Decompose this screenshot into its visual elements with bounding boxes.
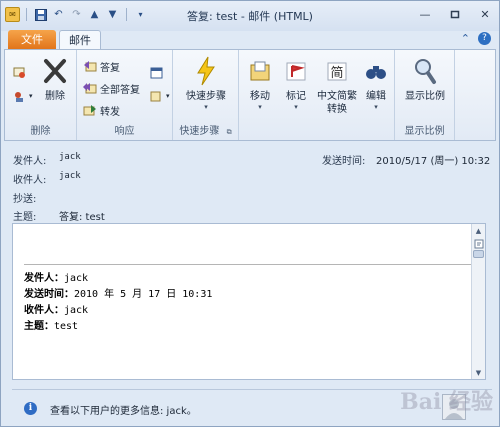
collapse-ribbon-icon[interactable]: ⌃ [461,32,470,45]
subject-label: 主题: [13,212,37,223]
vertical-scrollbar[interactable]: ▲ ▼ [471,224,485,379]
ignore-icon [12,65,26,79]
help-icon[interactable]: ? [478,32,491,45]
zoom-group: 显示比例 显示比例 [395,50,455,140]
tab-file[interactable]: 文件 [8,30,56,50]
quicksteps-group: 快速步骤 ▾ 快速步骤 ⧉ [173,50,239,140]
quoted-header: 发件人：jack 发送时间：2010 年 5 月 17 日 10:31 收件人：… [24,271,212,335]
ruler-icon[interactable] [472,237,485,250]
ribbon-tabs: 文件 邮件 ⌃ ? [1,28,499,51]
sent-value: 2010/5/17 (周一) 10:32 [376,156,491,167]
junk-button[interactable]: ▾ [12,88,33,104]
maximize-icon[interactable] [447,6,463,22]
junk-icon [12,89,26,103]
info-icon: i [24,402,37,415]
more-respond-button[interactable]: ▾ [149,88,170,104]
svg-text:简: 简 [330,65,343,81]
close-icon[interactable]: ✕ [477,6,493,22]
calendar-icon [149,65,163,79]
delete-group: ▾ 删除 删除 [5,50,77,140]
tags-button[interactable]: 标记 ▾ [279,56,313,111]
move-button[interactable]: 移动 ▾ [243,56,277,111]
ignore-button[interactable] [12,64,26,80]
from-label: 发件人: [13,156,47,167]
move-icon [245,56,275,86]
subject-value: 答复: test [59,212,105,223]
message-body[interactable]: 发件人：jack 发送时间：2010 年 5 月 17 日 10:31 收件人：… [12,223,486,380]
to-value[interactable]: jack [59,171,81,181]
reply-all-icon [83,81,97,95]
respond-group: 答复 全部答复 转发 ▾ 响应 [77,50,173,140]
quicksteps-group-label: 快速步骤 [179,126,220,137]
delete-icon [40,56,70,86]
from-value[interactable]: jack [59,152,81,162]
outlook-message-window: ✉ ↶ ↷ ▲ ▼ ▾ 答复: test - 邮件 (HTML) — ✕ 文件 … [0,0,500,427]
edit-button[interactable]: 编辑 ▾ [361,56,391,111]
reply-button[interactable]: 答复 [83,58,120,74]
message-header: 发件人: jack 发送时间: 2010/5/17 (周一) 10:32 收件人… [4,143,496,223]
cc-label: 抄送: [13,194,37,205]
lightning-icon [191,56,221,86]
window-controls: — ✕ [417,6,493,22]
people-pane-text[interactable]: 查看以下用户的更多信息: jack。 [50,402,197,417]
delete-group-label: 删除 [30,126,51,137]
watermark-logo: Bai 经验 [400,389,493,415]
forward-icon [83,103,97,117]
quoted-from: 发件人：jack [24,273,89,284]
actions-group: 移动 ▾ 标记 ▾ 简 中文简繁 转换 编辑 ▾ [239,50,395,140]
zoom-group-label: 显示比例 [404,126,445,137]
chinese-conversion-button[interactable]: 简 中文简繁 转换 [315,56,359,116]
quote-divider [24,264,472,265]
ribbon: ▾ 删除 删除 答复 全部答复 转发 ▾ 响应 快速步骤 ▾ 快速步骤 ⧉ 移动… [4,49,496,141]
quoted-subject: 主题：test [24,321,79,332]
zoom-button[interactable]: 显示比例 [401,56,449,103]
minimize-icon[interactable]: — [417,6,433,22]
flag-icon [281,56,311,86]
scroll-thumb[interactable] [473,250,484,258]
more-icon [149,89,163,103]
to-label: 收件人: [13,175,47,186]
reply-icon [83,59,97,73]
binoculars-icon [361,56,391,86]
forward-button[interactable]: 转发 [83,102,120,118]
title-bar: ✉ ↶ ↷ ▲ ▼ ▾ 答复: test - 邮件 (HTML) — ✕ [1,1,499,31]
sent-label: 发送时间: [322,156,366,167]
delete-button[interactable]: 删除 [39,56,71,103]
scroll-up-icon[interactable]: ▲ [472,224,485,237]
reply-all-button[interactable]: 全部答复 [83,80,140,96]
magnifier-icon [410,56,440,86]
chinese-conversion-icon: 简 [322,56,352,86]
tab-mail[interactable]: 邮件 [59,30,101,51]
quoted-sent: 发送时间：2010 年 5 月 17 日 10:31 [24,289,213,300]
dialog-launcher-icon[interactable]: ⧉ [227,128,232,136]
respond-group-label: 响应 [114,126,135,137]
meeting-button[interactable] [149,64,163,80]
scroll-down-icon[interactable]: ▼ [472,366,485,379]
quicksteps-button[interactable]: 快速步骤 ▾ [177,56,235,111]
quoted-to: 收件人：jack [24,305,89,316]
